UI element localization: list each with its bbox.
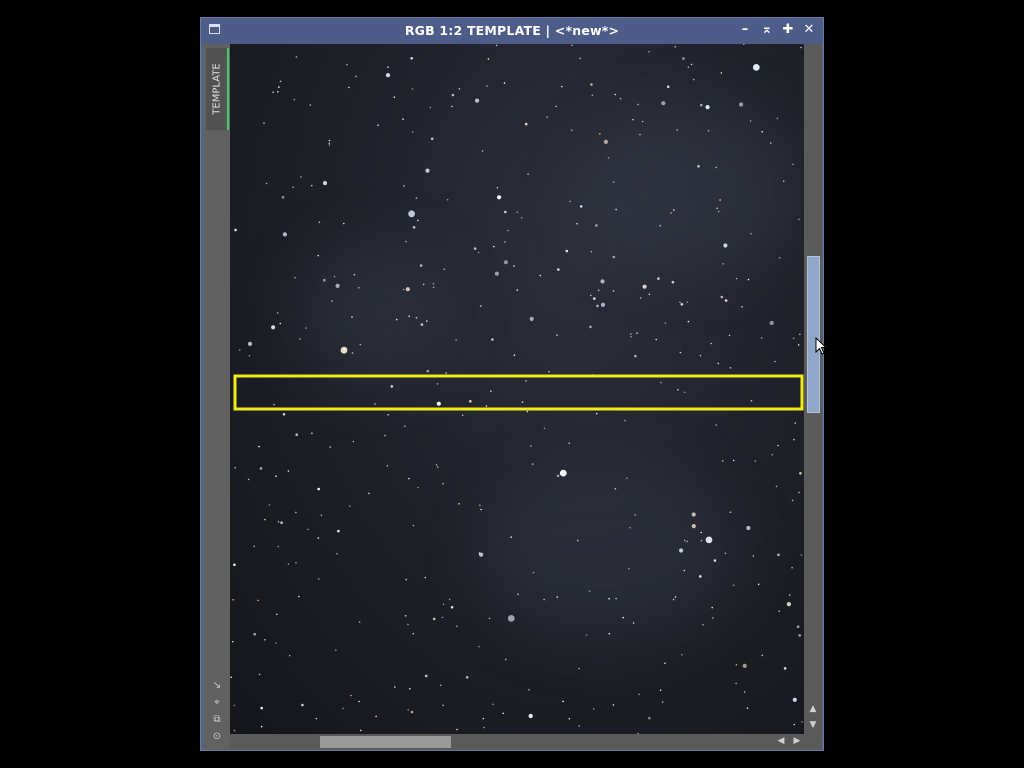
view-sidebar: TEMPLATE ↘ ⌖ ⧉ ⊙ <box>204 44 230 750</box>
arrow-icon[interactable]: ↘ <box>211 680 223 692</box>
scroll-down-arrow[interactable]: ▼ <box>804 720 822 730</box>
maximize-button[interactable]: ✚ <box>780 22 796 38</box>
vertical-scrollbar[interactable]: ▲ ▼ <box>804 44 822 734</box>
preview-selection-rect[interactable] <box>233 374 804 411</box>
title-bar[interactable]: RGB 1:2 TEMPLATE | <*new*> – ⌅ ✚ ✕ <box>201 18 823 44</box>
scroll-up-arrow[interactable]: ▲ <box>804 704 822 714</box>
tab-template[interactable]: TEMPLATE <box>206 48 229 130</box>
close-button[interactable]: ✕ <box>801 22 817 38</box>
mouse-pointer-icon <box>815 337 828 355</box>
vertical-scroll-thumb[interactable] <box>807 256 820 413</box>
window-title: RGB 1:2 TEMPLATE | <*new*> <box>404 23 620 38</box>
scroll-right-arrow[interactable]: ▶ <box>788 736 806 746</box>
horizontal-scroll-thumb[interactable] <box>320 736 451 748</box>
target-icon[interactable]: ⊙ <box>211 731 223 743</box>
fit-icon[interactable]: ⌖ <box>211 697 223 709</box>
minimize-button[interactable]: – <box>737 22 753 38</box>
preview-overlay <box>233 374 804 411</box>
image-viewport[interactable] <box>230 44 804 734</box>
stack-icon[interactable]: ⧉ <box>211 714 223 726</box>
image-window: RGB 1:2 TEMPLATE | <*new*> – ⌅ ✚ ✕ TEMPL… <box>200 17 824 751</box>
shade-button[interactable]: ⌅ <box>759 22 775 38</box>
tab-template-label: TEMPLATE <box>211 63 222 115</box>
horizontal-scrollbar[interactable]: ◀ ▶ <box>230 734 822 750</box>
